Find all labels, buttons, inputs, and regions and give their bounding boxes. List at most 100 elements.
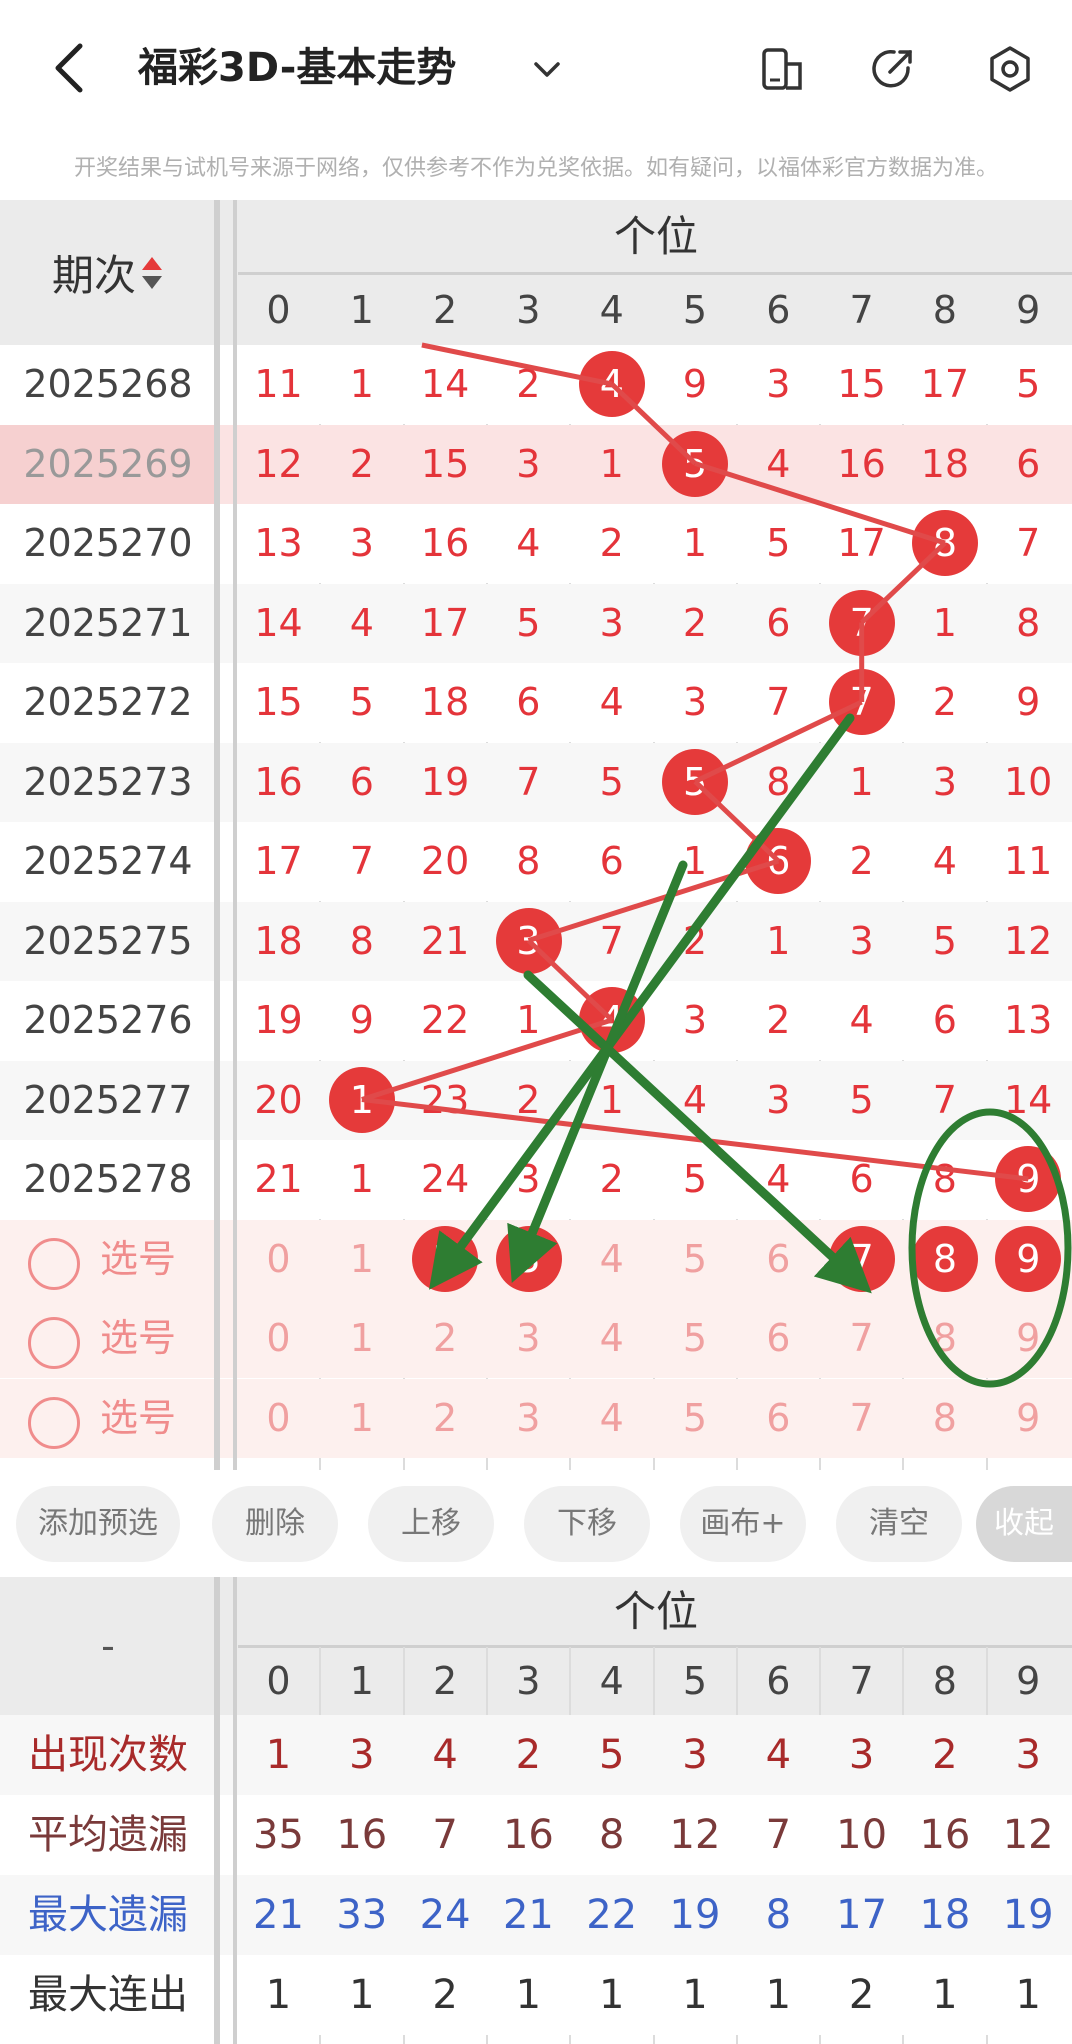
- select-digit[interactable]: 6: [737, 1299, 820, 1378]
- hit-ball: 7: [828, 669, 895, 735]
- page-title[interactable]: 福彩3D-基本走势: [138, 40, 456, 96]
- omission-cell: 13: [254, 521, 303, 565]
- period-number: 2025268: [23, 362, 193, 406]
- omission-cell: 15: [420, 441, 470, 486]
- chevron-down-icon[interactable]: [530, 52, 564, 86]
- stats-value: 8: [765, 1892, 792, 1938]
- select-digit[interactable]: 2: [404, 1299, 487, 1378]
- move-up-button[interactable]: 上移: [368, 1486, 494, 1562]
- table-row[interactable]: 2025278 21 1 24 3 2 5 4 6 8 9: [0, 1140, 1072, 1219]
- table-row[interactable]: 2025272 15 5 18 6 4 3 7 7 2 9: [0, 663, 1072, 742]
- omission-cell: 3: [849, 918, 874, 963]
- omission-cell: 9: [349, 998, 374, 1042]
- table-row[interactable]: 2025268 11 1 14 2 4 9 3 15 17 5: [0, 345, 1072, 424]
- select-digit[interactable]: 6: [737, 1379, 820, 1458]
- select-digit[interactable]: 3: [487, 1299, 570, 1378]
- select-digit[interactable]: 0: [237, 1220, 320, 1299]
- back-arrow-icon[interactable]: [48, 40, 92, 96]
- stats-value: 18: [919, 1892, 971, 1938]
- app-header: 福彩3D-基本走势: [0, 0, 1072, 140]
- omission-cell: 10: [1004, 759, 1053, 804]
- selected-ball[interactable]: 9: [995, 1225, 1062, 1292]
- selected-ball[interactable]: 8: [912, 1225, 978, 1292]
- select-radio[interactable]: [28, 1237, 80, 1290]
- stats-value: 1: [515, 1972, 542, 2018]
- stats-row-label: 最大连出: [28, 1972, 188, 2018]
- select-row[interactable]: 选号 0 1 2 3 4 5 6 7 8 9: [0, 1219, 1072, 1299]
- omission-cell: 4: [766, 441, 791, 486]
- select-radio[interactable]: [28, 1317, 80, 1369]
- select-digit[interactable]: 7: [820, 1379, 903, 1458]
- select-digit[interactable]: 4: [570, 1299, 653, 1378]
- digit-header-9: 9: [1016, 1659, 1041, 1703]
- select-digit[interactable]: 0: [237, 1299, 320, 1378]
- table-row[interactable]: 2025270 13 3 16 4 2 1 5 17 8 7: [0, 504, 1072, 583]
- omission-cell: 3: [516, 1157, 541, 1201]
- select-digit[interactable]: 9: [987, 1379, 1070, 1458]
- selected-ball[interactable]: 7: [828, 1225, 895, 1292]
- select-digit[interactable]: 1: [320, 1299, 403, 1378]
- select-digit[interactable]: 2: [404, 1379, 487, 1458]
- table-row[interactable]: 2025275 18 8 21 3 7 2 1 3 5 12: [0, 901, 1072, 981]
- canvas-plus-button[interactable]: 画布+: [680, 1486, 806, 1562]
- select-digit[interactable]: 4: [570, 1379, 653, 1458]
- settings-icon[interactable]: [985, 44, 1035, 94]
- select-radio[interactable]: [28, 1396, 80, 1449]
- selected-ball[interactable]: 3: [495, 1225, 562, 1292]
- select-digit[interactable]: 5: [654, 1299, 737, 1378]
- select-digit[interactable]: 6: [737, 1220, 820, 1299]
- select-digit[interactable]: 5: [654, 1379, 737, 1458]
- select-digit[interactable]: 3: [487, 1379, 570, 1458]
- select-digit[interactable]: 1: [320, 1220, 403, 1299]
- table-row[interactable]: 2025276 19 9 22 1 4 3 2 4 6 13: [0, 981, 1072, 1060]
- table-row[interactable]: 2025273 16 6 19 7 5 5 8 1 3 10: [0, 742, 1072, 822]
- table-row[interactable]: 2025274 17 7 20 8 6 1 6 2 4 11: [0, 822, 1072, 901]
- select-digit[interactable]: 5: [654, 1220, 737, 1299]
- period-number: 2025276: [23, 998, 193, 1042]
- add-preselect-button[interactable]: 添加预选: [16, 1486, 180, 1562]
- omission-cell: 1: [599, 441, 624, 486]
- trend-table: 期次 个位 0123456789 2025268 11 1 14 2 4 9 3 15 17 5 20…: [0, 200, 1072, 1470]
- select-digit[interactable]: 0: [237, 1379, 320, 1458]
- period-sort-header[interactable]: 期次: [0, 200, 216, 345]
- omission-cell: 4: [516, 521, 541, 565]
- stats-value: 8: [598, 1812, 625, 1858]
- table-row[interactable]: 2025271 14 4 17 5 3 2 6 7 1 8: [0, 583, 1072, 663]
- omission-cell: 2: [516, 362, 541, 406]
- omission-cell: 1: [932, 600, 957, 645]
- delete-button[interactable]: 删除: [212, 1486, 338, 1562]
- layout-switch-icon[interactable]: [758, 44, 808, 94]
- omission-cell: 19: [254, 998, 303, 1042]
- omission-cell: 3: [682, 998, 708, 1042]
- clear-button[interactable]: 清空: [836, 1486, 962, 1562]
- select-digit[interactable]: 9: [987, 1299, 1070, 1378]
- table-row[interactable]: 2025269 12 2 15 3 1 5 4 16 18 6: [0, 424, 1072, 504]
- omission-cell: 5: [599, 759, 624, 804]
- select-digit[interactable]: 7: [820, 1299, 903, 1378]
- stats-value: 21: [502, 1892, 554, 1938]
- selected-ball[interactable]: 2: [412, 1225, 479, 1292]
- select-digit[interactable]: 8: [903, 1299, 986, 1378]
- stats-row-label: 平均遗漏: [28, 1812, 188, 1858]
- select-digit[interactable]: 8: [903, 1379, 986, 1458]
- omission-cell: 1: [349, 362, 374, 406]
- digit-header-8: 8: [932, 288, 957, 332]
- period-number: 2025278: [23, 1157, 193, 1201]
- period-label: 期次: [51, 251, 136, 300]
- omission-cell: 3: [599, 600, 624, 645]
- select-digit[interactable]: 4: [570, 1220, 653, 1299]
- omission-cell: 7: [516, 759, 541, 804]
- select-row[interactable]: 选号 0 1 2 3 4 5 6 7 8 9: [0, 1299, 1072, 1378]
- stats-value: 12: [669, 1812, 721, 1858]
- select-row[interactable]: 选号 0 1 2 3 4 5 6 7 8 9: [0, 1378, 1072, 1458]
- table-row[interactable]: 2025277 20 1 23 2 1 4 3 5 7 14: [0, 1060, 1072, 1140]
- collapse-button[interactable]: 收起: [976, 1486, 1072, 1562]
- omission-cell: 5: [766, 521, 791, 565]
- stats-value: 3: [848, 1732, 875, 1778]
- period-number: 2025269: [0, 424, 216, 504]
- disclaimer-notice: 开奖结果与试机号来源于网络，仅供参考不作为兑奖依据。如有疑问，以福体彩官方数据为…: [73, 156, 998, 181]
- edit-share-icon[interactable]: [868, 44, 918, 94]
- select-digit[interactable]: 1: [320, 1379, 403, 1458]
- action-toolbar: 添加预选 删除 上移 下移 画布+ 清空 收起: [0, 1470, 1072, 1580]
- move-down-button[interactable]: 下移: [524, 1486, 650, 1562]
